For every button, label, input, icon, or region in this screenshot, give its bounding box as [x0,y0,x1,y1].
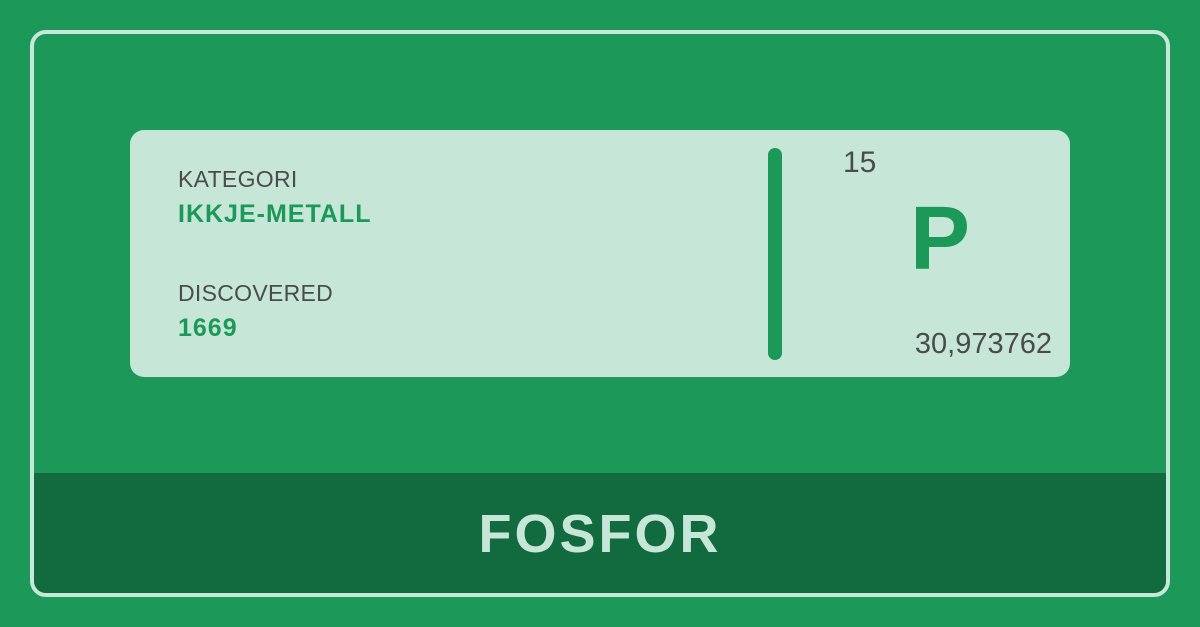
element-name: FOSFOR [478,504,722,564]
element-info-card: KATEGORI IKKJE-METALL DISCOVERED 1669 15… [130,130,1070,377]
atomic-mass: 30,973762 [914,328,1052,360]
category-value: IKKJE-METALL [178,200,372,228]
element-name-bar: FOSFOR [34,473,1166,593]
category-label: KATEGORI [178,166,298,192]
element-frame: KATEGORI IKKJE-METALL DISCOVERED 1669 15… [30,30,1170,597]
discovered-label: DISCOVERED [178,280,334,306]
discovered-value: 1669 [178,314,238,342]
element-symbol: P [910,189,971,289]
atomic-number: 15 [843,146,877,179]
vertical-divider [768,148,782,360]
